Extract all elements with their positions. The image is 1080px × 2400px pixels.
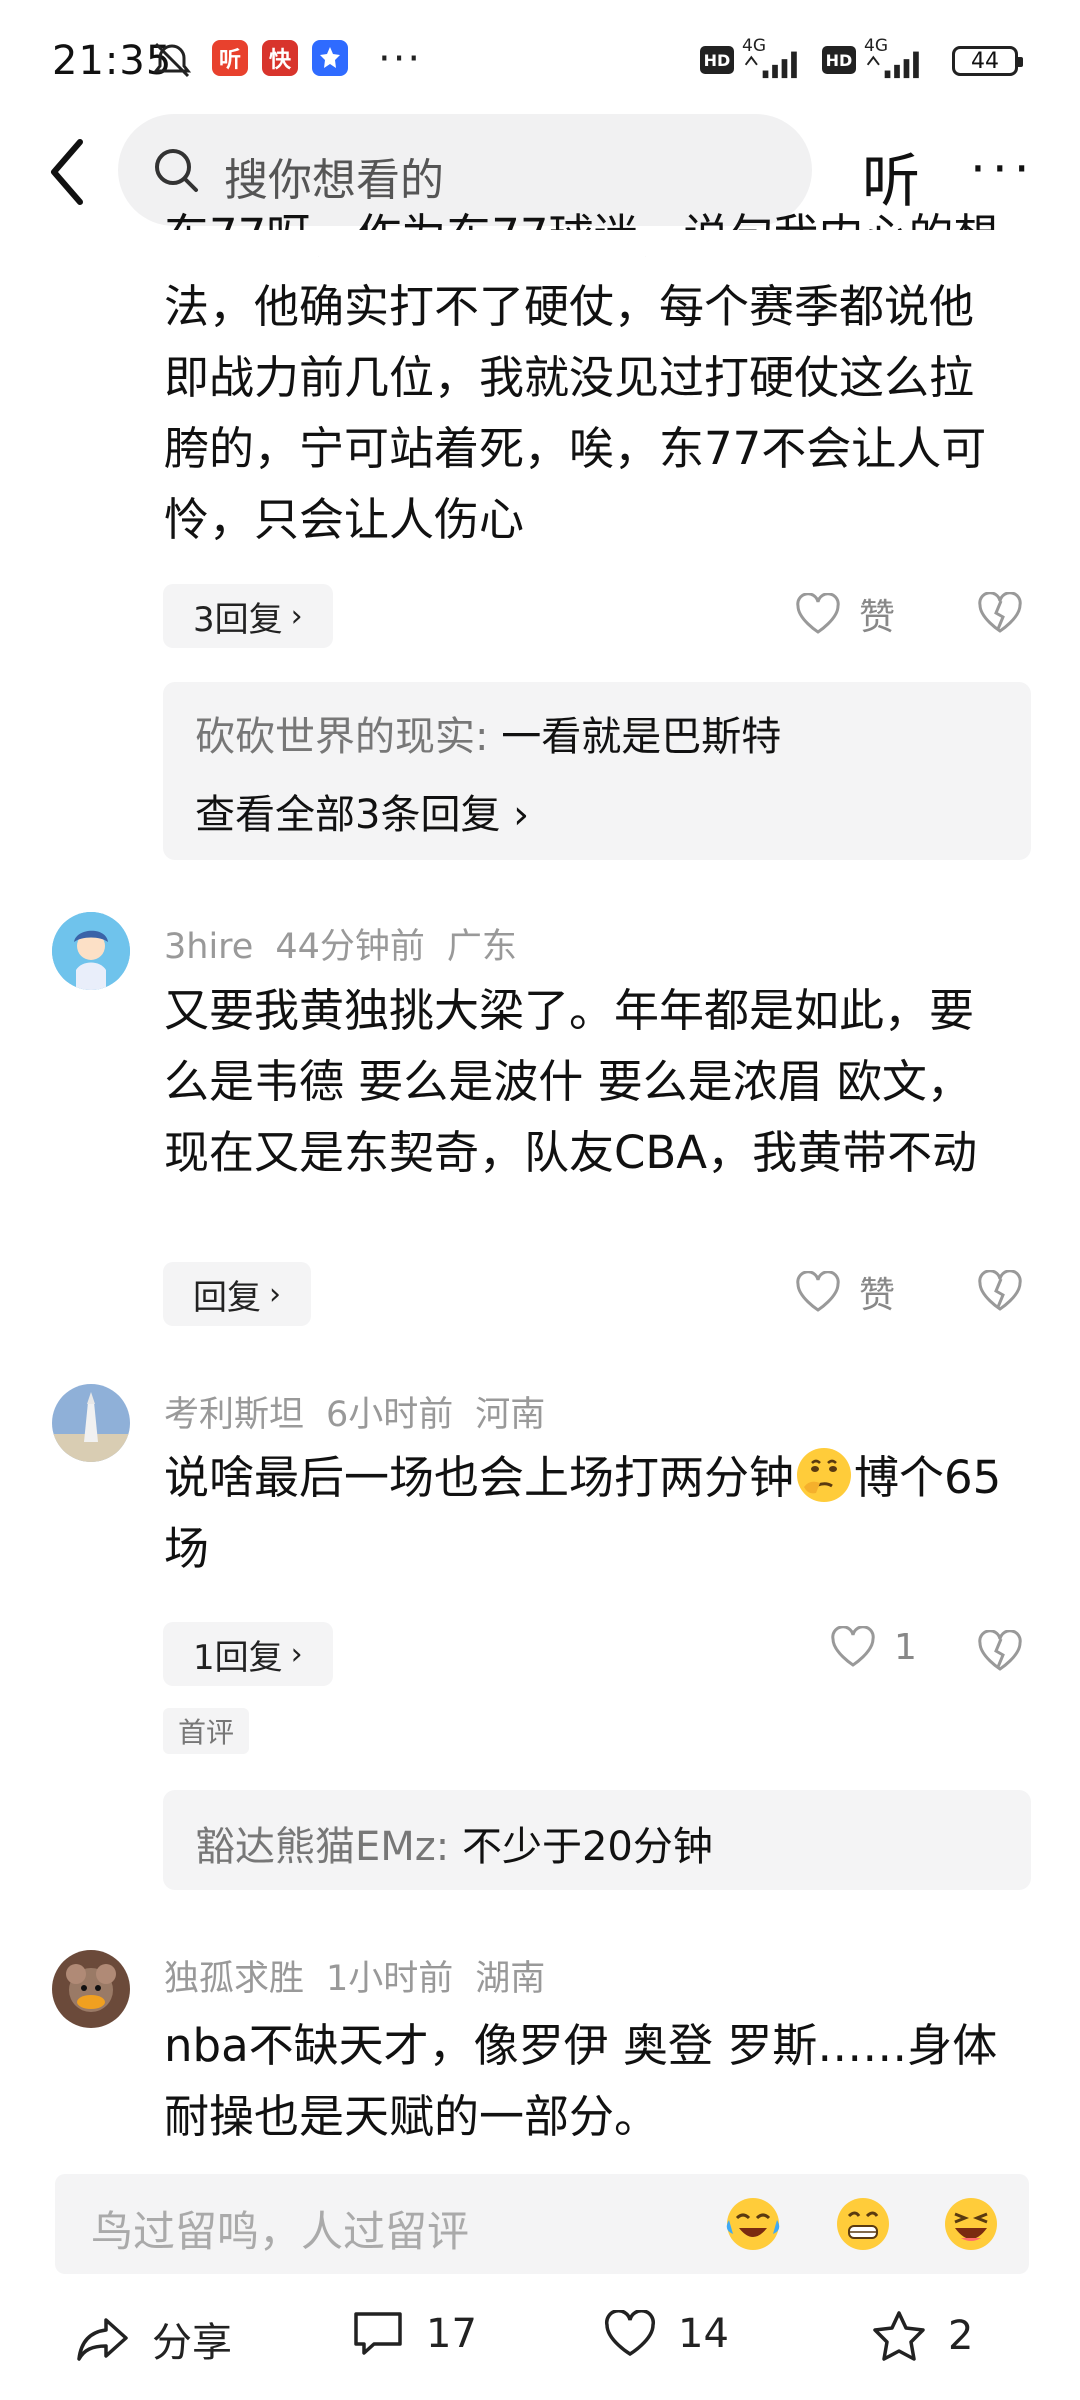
laugh-cry-emoji-icon[interactable] [721, 2192, 785, 2256]
comment-composer[interactable]: 鸟过留鸣，人过留评 [55, 2174, 1029, 2274]
comment-meta: 考利斯坦 6小时前 河南 [164, 1395, 546, 1435]
like-button[interactable]: 赞 [795, 588, 895, 640]
search-icon [155, 149, 198, 192]
comment-meta: 3hire 44分钟前 广东 [164, 927, 517, 967]
scroll-clip [0, 230, 1080, 256]
dislike-icon[interactable] [977, 1270, 1023, 1312]
star-icon [873, 2311, 925, 2361]
like-button[interactable]: 赞 [795, 1266, 895, 1318]
comment-icon [354, 2312, 402, 2355]
status-bar: 21:35 听 快 ··· HD 4G HD 4G 44 [0, 0, 1080, 110]
mute-alarm-icon [152, 42, 192, 78]
laughing-emoji-icon[interactable] [939, 2192, 1003, 2256]
avatar[interactable] [52, 1950, 130, 2028]
avatar[interactable] [52, 1384, 130, 1462]
first-comment-badge: 首评 [163, 1708, 249, 1754]
avatar[interactable] [52, 912, 130, 990]
thinking-emoji-icon [797, 1448, 852, 1502]
like-article-button[interactable]: 14 [604, 2310, 729, 2358]
search-placeholder: 搜你想看的 [224, 155, 444, 206]
share-button[interactable]: 分享 [76, 2310, 232, 2368]
signal-icon-2 [866, 51, 919, 79]
like-button[interactable]: 1 [830, 1626, 917, 1668]
comment-text: 说啥最后一场也会上场打两分钟 博个65场 [164, 1442, 1014, 1584]
dislike-icon[interactable] [977, 1630, 1023, 1672]
comment-text: nba不缺天才，像罗伊 奥登 罗斯……身体耐操也是天赋的一部分。 [164, 2019, 998, 2143]
bottom-action-bar: 分享 17 14 2 [0, 2280, 1080, 2400]
grin-emoji-icon[interactable] [831, 2192, 895, 2256]
comment-button[interactable]: 17 [352, 2310, 477, 2358]
comment-meta: 独孤求胜 1小时前 湖南 [164, 1959, 546, 1999]
reply-button[interactable]: 回复 › [163, 1262, 311, 1326]
favorite-button[interactable]: 2 [872, 2310, 973, 2362]
app-blue-icon [312, 40, 348, 76]
app-listen-icon: 听 [212, 40, 248, 76]
like-count: 1 [894, 1626, 917, 1668]
share-icon [77, 2318, 128, 2361]
more-options-icon[interactable]: ··· [970, 140, 1036, 198]
comment-text: 又要我黄独挑大梁了。年年都是如此，要么是韦德 要么是波什 要么是浓眉 欧文，现在… [164, 984, 978, 1179]
heart-icon [796, 593, 840, 634]
hd-badge-2: HD [822, 46, 856, 74]
view-all-replies-link[interactable]: 查看全部3条回复 › [195, 782, 529, 840]
more-notifications-icon: ··· [378, 36, 423, 82]
battery-icon: 44 [952, 46, 1023, 76]
composer-placeholder: 鸟过留鸣，人过留评 [91, 2207, 470, 2256]
signal-icon-1 [744, 51, 797, 79]
reply-preview-box[interactable]: 砍砍世界的现实: 一看就是巴斯特 查看全部3条回复 › [163, 682, 1031, 860]
reply-preview: 豁达熊猫EMz: 不少于20分钟 [195, 1824, 713, 1870]
reply-count-button[interactable]: 3回复 › [163, 584, 333, 648]
app-news-icon: 快 [262, 40, 298, 76]
reply-preview-box[interactable]: 豁达熊猫EMz: 不少于20分钟 [163, 1790, 1031, 1890]
heart-icon [604, 2310, 656, 2357]
heart-icon [796, 1271, 840, 1312]
reply-count-button[interactable]: 1回复 › [163, 1622, 333, 1686]
back-arrow-icon[interactable] [40, 134, 100, 210]
hd-badge-1: HD [700, 46, 734, 74]
heart-icon [831, 1626, 875, 1667]
reply-preview: 砍砍世界的现实: 一看就是巴斯特 [195, 714, 782, 760]
dislike-icon[interactable] [977, 592, 1023, 634]
